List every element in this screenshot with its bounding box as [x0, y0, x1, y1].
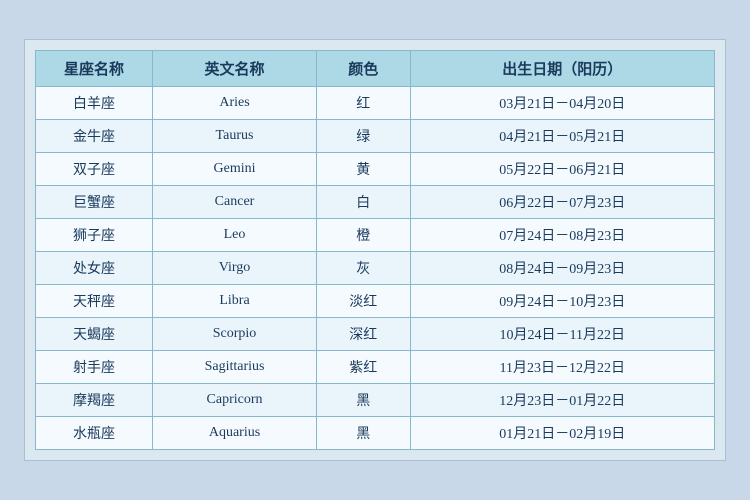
cell-color: 紫红 — [316, 351, 410, 384]
cell-date: 11月23日－12月22日 — [410, 351, 714, 384]
cell-zh-name: 天蝎座 — [36, 318, 153, 351]
cell-date: 04月21日－05月21日 — [410, 120, 714, 153]
cell-en-name: Taurus — [153, 120, 317, 153]
cell-color: 白 — [316, 186, 410, 219]
cell-zh-name: 狮子座 — [36, 219, 153, 252]
table-row: 巨蟹座Cancer白06月22日－07月23日 — [36, 186, 715, 219]
cell-color: 黑 — [316, 384, 410, 417]
cell-color: 黑 — [316, 417, 410, 450]
table-row: 白羊座Aries红03月21日－04月20日 — [36, 87, 715, 120]
table-row: 狮子座Leo橙07月24日－08月23日 — [36, 219, 715, 252]
cell-zh-name: 天秤座 — [36, 285, 153, 318]
table-row: 双子座Gemini黄05月22日－06月21日 — [36, 153, 715, 186]
table-row: 水瓶座Aquarius黑01月21日－02月19日 — [36, 417, 715, 450]
header-zh-name: 星座名称 — [36, 51, 153, 87]
cell-zh-name: 金牛座 — [36, 120, 153, 153]
cell-en-name: Aquarius — [153, 417, 317, 450]
cell-date: 08月24日－09月23日 — [410, 252, 714, 285]
cell-en-name: Libra — [153, 285, 317, 318]
cell-color: 淡红 — [316, 285, 410, 318]
cell-color: 红 — [316, 87, 410, 120]
cell-en-name: Leo — [153, 219, 317, 252]
cell-zh-name: 巨蟹座 — [36, 186, 153, 219]
table-row: 金牛座Taurus绿04月21日－05月21日 — [36, 120, 715, 153]
cell-zh-name: 处女座 — [36, 252, 153, 285]
table-row: 摩羯座Capricorn黑12月23日－01月22日 — [36, 384, 715, 417]
header-en-name: 英文名称 — [153, 51, 317, 87]
cell-zh-name: 射手座 — [36, 351, 153, 384]
cell-zh-name: 摩羯座 — [36, 384, 153, 417]
cell-en-name: Gemini — [153, 153, 317, 186]
cell-date: 10月24日－11月22日 — [410, 318, 714, 351]
cell-date: 06月22日－07月23日 — [410, 186, 714, 219]
cell-zh-name: 双子座 — [36, 153, 153, 186]
cell-en-name: Cancer — [153, 186, 317, 219]
table-row: 天秤座Libra淡红09月24日－10月23日 — [36, 285, 715, 318]
cell-color: 深红 — [316, 318, 410, 351]
cell-en-name: Sagittarius — [153, 351, 317, 384]
table-row: 处女座Virgo灰08月24日－09月23日 — [36, 252, 715, 285]
cell-color: 橙 — [316, 219, 410, 252]
zodiac-table: 星座名称 英文名称 颜色 出生日期（阳历） 白羊座Aries红03月21日－04… — [35, 50, 715, 450]
cell-date: 09月24日－10月23日 — [410, 285, 714, 318]
table-row: 射手座Sagittarius紫红11月23日－12月22日 — [36, 351, 715, 384]
cell-date: 05月22日－06月21日 — [410, 153, 714, 186]
zodiac-table-container: 星座名称 英文名称 颜色 出生日期（阳历） 白羊座Aries红03月21日－04… — [24, 39, 726, 461]
cell-color: 黄 — [316, 153, 410, 186]
header-date: 出生日期（阳历） — [410, 51, 714, 87]
cell-en-name: Capricorn — [153, 384, 317, 417]
cell-date: 12月23日－01月22日 — [410, 384, 714, 417]
cell-date: 01月21日－02月19日 — [410, 417, 714, 450]
cell-zh-name: 水瓶座 — [36, 417, 153, 450]
cell-en-name: Virgo — [153, 252, 317, 285]
cell-date: 07月24日－08月23日 — [410, 219, 714, 252]
cell-en-name: Scorpio — [153, 318, 317, 351]
cell-zh-name: 白羊座 — [36, 87, 153, 120]
cell-date: 03月21日－04月20日 — [410, 87, 714, 120]
header-color: 颜色 — [316, 51, 410, 87]
cell-color: 灰 — [316, 252, 410, 285]
cell-en-name: Aries — [153, 87, 317, 120]
table-row: 天蝎座Scorpio深红10月24日－11月22日 — [36, 318, 715, 351]
cell-color: 绿 — [316, 120, 410, 153]
table-header-row: 星座名称 英文名称 颜色 出生日期（阳历） — [36, 51, 715, 87]
